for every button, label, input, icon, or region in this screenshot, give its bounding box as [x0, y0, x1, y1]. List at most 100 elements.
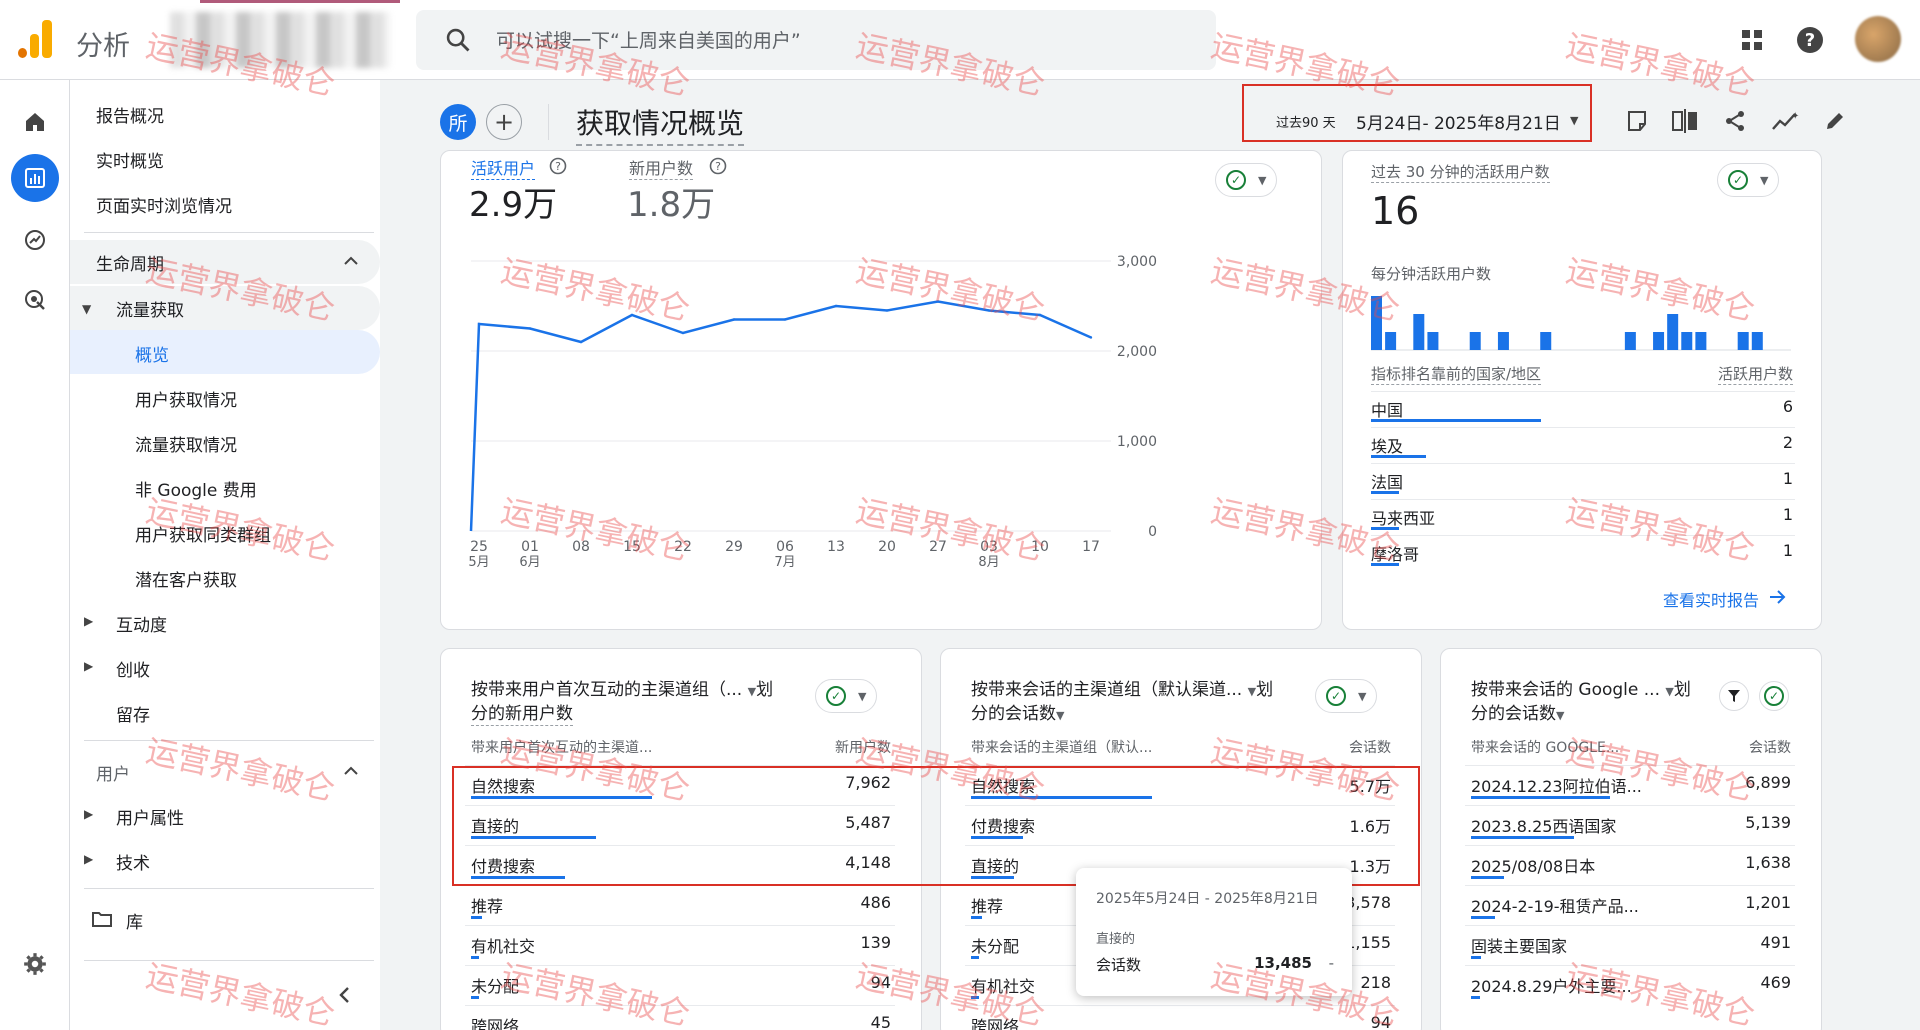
annotation-icon[interactable] — [1620, 104, 1654, 138]
card-compare-toggle[interactable]: ✓ ▼ — [815, 679, 878, 713]
card-title-line2[interactable]: 分的会话数▼ — [1471, 703, 1564, 727]
metric-col-header[interactable]: 会话数 — [1349, 737, 1391, 757]
apps-grid-icon[interactable] — [1734, 22, 1770, 58]
dropdown-icon[interactable]: ▼ — [1556, 709, 1564, 722]
nav-traffic-acquisition[interactable]: 流量获取情况 — [135, 431, 237, 456]
card-compare-toggle[interactable]: ✓ ▼ — [1717, 163, 1780, 197]
card-title-line1[interactable]: 按带来会话的 Google ... ▼划 — [1471, 677, 1691, 705]
dropdown-icon[interactable]: ▼ — [1665, 685, 1673, 698]
nav-monetization[interactable]: 创收 — [116, 656, 150, 681]
nav-acq-overview[interactable]: 概览 — [135, 341, 169, 366]
nav-acquisition[interactable]: 流量获取 — [116, 296, 184, 321]
chevron-up-icon[interactable] — [344, 766, 358, 776]
nav-realtime-overview[interactable]: 实时概览 — [96, 147, 164, 172]
table-row-label[interactable]: 2023.8.25西语国家 — [1471, 813, 1616, 837]
table-row-value: 469 — [1760, 973, 1791, 992]
home-icon[interactable] — [11, 98, 59, 146]
dimension-col-header[interactable]: 带来用户首次互动的主渠道... — [471, 737, 652, 757]
date-dropdown-icon[interactable]: ▼ — [1570, 114, 1578, 127]
table-row-label[interactable]: 2024-2-19-租赁产品... — [1471, 893, 1639, 917]
table-row-label[interactable]: 跨网络 — [471, 1013, 519, 1030]
avatar[interactable] — [1855, 16, 1901, 62]
collapse-chevron-icon[interactable] — [338, 986, 350, 1004]
table-row-label[interactable]: 2025/08/08日本 — [1471, 853, 1595, 877]
metric-col-header[interactable]: 会话数 — [1749, 737, 1791, 757]
add-comparison-button[interactable]: + — [486, 104, 522, 140]
table-row-label[interactable]: 未分配 — [971, 933, 1019, 957]
caret-right-icon[interactable]: ▶ — [84, 659, 93, 673]
nav-user-acq-cohort[interactable]: 用户获取同类群组 — [135, 521, 271, 546]
metric-col-header[interactable]: 新用户数 — [835, 737, 891, 757]
card-title-line2[interactable]: 分的新用户数 — [471, 703, 573, 726]
table-row-label[interactable]: 2024.12.23阿拉伯语... — [1471, 773, 1642, 797]
table-row-label[interactable]: 有机社交 — [971, 973, 1035, 997]
nav-engagement[interactable]: 互动度 — [116, 611, 167, 636]
dimension-col-header[interactable]: 带来会话的 GOOGLE... — [1471, 737, 1619, 757]
table-row-label[interactable]: 固装主要国家 — [1471, 933, 1567, 957]
active-users-col-header[interactable]: 活跃用户数 — [1717, 363, 1793, 385]
caret-right-icon[interactable]: ▶ — [84, 852, 93, 866]
analytics-logo-icon[interactable] — [18, 20, 54, 58]
nav-lead-acquisition[interactable]: 潜在客户获取 — [135, 566, 237, 591]
search-bar[interactable]: 可以试搜一下“上周来自美国的用户” — [416, 10, 1216, 70]
nav-retention[interactable]: 留存 — [116, 701, 150, 726]
realtime-title[interactable]: 过去 30 分钟的活跃用户数 — [1371, 161, 1550, 183]
insights-icon[interactable]: ✦ — [1768, 104, 1802, 138]
dimension-col-header[interactable]: 带来会话的主渠道组（默认... — [971, 737, 1152, 757]
view-realtime-link[interactable]: 查看实时报告 — [1663, 587, 1759, 611]
card-compare-toggle[interactable]: ✓ — [1759, 681, 1789, 711]
check-circle-icon: ✓ — [826, 686, 846, 706]
advertising-icon[interactable] — [11, 276, 59, 324]
share-icon[interactable] — [1718, 104, 1752, 138]
nav-divider — [84, 232, 374, 233]
data-point — [936, 300, 940, 303]
compare-icon[interactable] — [1668, 104, 1702, 138]
settings-gear-icon[interactable] — [11, 940, 59, 988]
help-icon[interactable]: ? — [1792, 22, 1828, 58]
line-chart[interactable]: 3,000 2,000 1,000 0 255月 016月 08 15 22 29 067月 13 20… — [441, 151, 1322, 630]
edit-pencil-icon[interactable] — [1818, 104, 1852, 138]
table-row-label[interactable]: 跨网络 — [971, 1013, 1019, 1030]
card-title-line2[interactable]: 分的会话数▼ — [971, 703, 1064, 727]
card-title-line1[interactable]: 按带来用户首次互动的主渠道组（... ▼划 — [471, 677, 773, 705]
account-selector[interactable] — [170, 12, 390, 68]
caret-down-icon[interactable]: ▼ — [82, 302, 91, 316]
nav-user-attributes[interactable]: 用户属性 — [116, 804, 184, 829]
country-label[interactable]: 中国 — [1371, 397, 1403, 421]
table-row-label[interactable]: 2024.8.29户外主要... — [1471, 973, 1632, 997]
nav-library[interactable]: 库 — [126, 908, 143, 933]
card-compare-toggle[interactable]: ✓ ▼ — [1315, 679, 1378, 713]
reports-icon[interactable] — [11, 154, 59, 202]
date-range-picker[interactable]: 5月24日- 2025年8月21日 — [1356, 109, 1561, 134]
filter-icon[interactable] — [1719, 681, 1749, 711]
per-minute-bar-chart[interactable] — [1371, 291, 1791, 351]
country-label[interactable]: 埃及 — [1371, 433, 1403, 457]
nav-lifecycle[interactable]: 生命周期 — [96, 250, 164, 275]
nav-reports-snapshot[interactable]: 报告概况 — [96, 102, 164, 127]
nav-user-section[interactable]: 用户 — [96, 760, 130, 785]
date-preset-label[interactable]: 过去90 天 — [1276, 112, 1336, 131]
all-users-badge[interactable]: 所 — [440, 104, 476, 140]
nav-realtime-pages[interactable]: 页面实时浏览情况 — [96, 192, 232, 217]
nav-non-google-cost[interactable]: 非 Google 费用 — [135, 476, 257, 501]
country-label[interactable]: 马来西亚 — [1371, 505, 1435, 529]
table-row-label[interactable]: 未分配 — [471, 973, 519, 997]
table-row-value: 45 — [870, 1013, 891, 1030]
dropdown-icon[interactable]: ▼ — [1248, 685, 1256, 698]
chevron-up-icon[interactable] — [344, 256, 358, 266]
nav-tech[interactable]: 技术 — [116, 849, 150, 874]
country-label[interactable]: 摩洛哥 — [1371, 541, 1419, 565]
table-row-label[interactable]: 推荐 — [471, 893, 503, 917]
caret-right-icon[interactable]: ▶ — [84, 807, 93, 821]
nav-user-acquisition[interactable]: 用户获取情况 — [135, 386, 237, 411]
caret-right-icon[interactable]: ▶ — [84, 614, 93, 628]
dropdown-icon[interactable]: ▼ — [748, 685, 756, 698]
card-title-line1[interactable]: 按带来会话的主渠道组（默认渠道... ▼划 — [971, 677, 1273, 705]
table-row-label[interactable]: 有机社交 — [471, 933, 535, 957]
country-col-header[interactable]: 指标排名靠前的国家/地区 — [1371, 363, 1542, 385]
dropdown-icon[interactable]: ▼ — [1056, 709, 1064, 722]
table-row-label[interactable]: 推荐 — [971, 893, 1003, 917]
arrow-right-icon[interactable] — [1769, 589, 1787, 605]
country-label[interactable]: 法国 — [1371, 469, 1403, 493]
explore-icon[interactable] — [11, 216, 59, 264]
